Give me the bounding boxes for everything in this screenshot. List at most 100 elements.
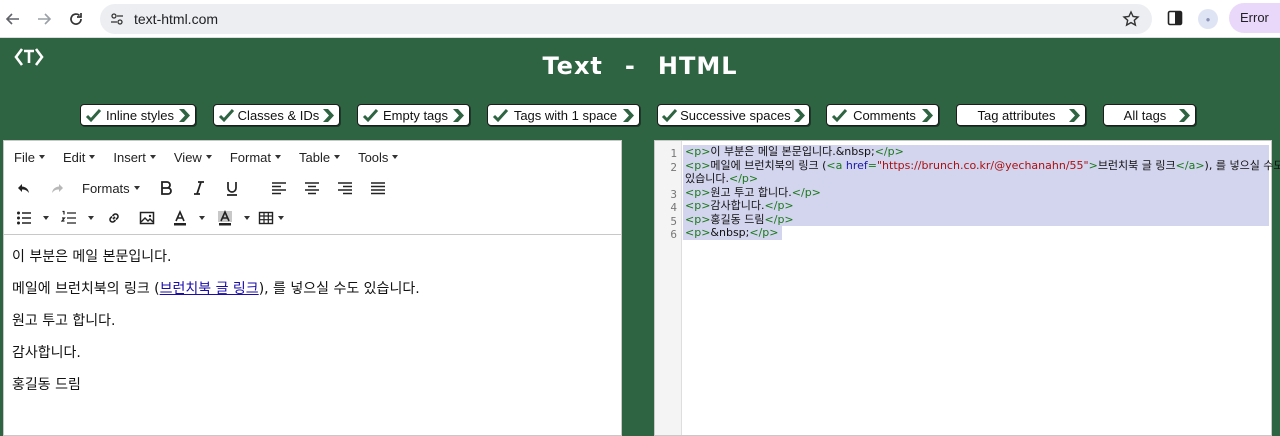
align-justify-button[interactable]: [366, 176, 390, 200]
code-text: 메일에 브런치북의 링크 (: [710, 158, 827, 172]
side-panel-icon[interactable]: [1167, 10, 1183, 26]
bookmark-star-icon[interactable]: [1122, 10, 1140, 28]
text-color-icon: [174, 210, 186, 226]
caret-down-icon: [278, 216, 284, 220]
forward-button[interactable]: [33, 8, 55, 30]
text-color-options[interactable]: [195, 206, 205, 230]
redo-button[interactable]: [45, 176, 69, 200]
background-color-button[interactable]: [213, 206, 237, 230]
insert-table-button[interactable]: [258, 206, 284, 230]
menu-label: Insert: [113, 149, 146, 165]
menu-view[interactable]: View: [174, 150, 212, 165]
menu-file[interactable]: File: [14, 150, 45, 165]
reload-button[interactable]: [65, 8, 87, 30]
code-line-4: <p>감사합니다.</p>: [683, 199, 1269, 213]
caret-down-icon: [392, 155, 399, 159]
code-text: ), 를 넣으실 수도: [1204, 158, 1280, 172]
content-paragraph[interactable]: 이 부분은 메일 본문입니다.: [12, 249, 420, 281]
bold-button[interactable]: [154, 176, 178, 200]
content-paragraph[interactable]: 홍길동 드림: [12, 377, 420, 409]
brunch-book-link[interactable]: 브런치북 글 링크: [160, 281, 259, 297]
option-label: Tag attributes: [977, 107, 1056, 123]
wysiwyg-editor: File Edit Insert View Format Table Tools…: [3, 140, 622, 436]
title-separator: -: [624, 52, 636, 80]
option-classes-ids[interactable]: Classes & IDs: [213, 104, 340, 126]
menu-edit[interactable]: Edit: [63, 150, 96, 165]
content-paragraph[interactable]: 원고 투고 합니다.: [12, 313, 420, 345]
redo-icon: [52, 184, 63, 193]
chevron-right-icon: [921, 107, 935, 123]
editor-menubar: File Edit Insert View Format Table Tools: [4, 141, 621, 173]
chevron-right-icon: [322, 107, 336, 123]
page-title: Text - HTML: [0, 52, 1280, 80]
bullet-list-options[interactable]: [39, 206, 49, 230]
option-tags-with-1-space[interactable]: Tags with 1 space: [487, 104, 640, 126]
bullet-list-button[interactable]: [12, 206, 36, 230]
formats-dropdown[interactable]: Formats: [82, 176, 140, 200]
paragraph-text: ), 를 넣으실 수도 있습니다.: [258, 281, 420, 297]
code-line-3: <p>원고 투고 합니다.</p>: [683, 185, 1269, 199]
caret-down-icon: [334, 155, 341, 159]
menu-tools[interactable]: Tools: [358, 149, 399, 165]
option-label: Comments: [853, 107, 916, 123]
back-button[interactable]: [2, 8, 24, 30]
numbered-list-button[interactable]: [57, 206, 81, 230]
content-paragraph[interactable]: 감사합니다.: [12, 345, 420, 377]
align-justify-icon: [370, 182, 385, 195]
link-icon: [109, 213, 119, 223]
align-center-button[interactable]: [300, 176, 324, 200]
profile-avatar[interactable]: ●: [1198, 9, 1218, 29]
editor-content[interactable]: 이 부분은 메일 본문입니다. 메일에 브런치북의 링크 (브런치북 글 링크)…: [12, 249, 420, 409]
insert-link-button[interactable]: [102, 206, 126, 230]
line-number: 4: [670, 201, 677, 214]
avatar-placeholder-icon: ●: [1205, 14, 1211, 24]
background-color-options[interactable]: [240, 206, 250, 230]
align-right-button[interactable]: [333, 176, 357, 200]
table-icon: [258, 211, 274, 225]
line-number: 1: [670, 147, 677, 160]
line-number-gutter: 1 2 3 4 5 6: [655, 141, 682, 435]
checkmark-icon: [84, 107, 102, 123]
italic-button[interactable]: [187, 176, 211, 200]
code-line-6: <p>&nbsp;</p>: [683, 226, 782, 240]
line-number: 6: [670, 228, 677, 241]
menu-label: View: [173, 149, 202, 165]
caret-down-icon: [38, 155, 45, 159]
checkmark-icon: [661, 107, 678, 123]
title-html: HTML: [657, 52, 738, 80]
code-lines[interactable]: <p>이 부분은 메일 본문입니다.&nbsp;</p> <p>메일에 브런치북…: [683, 145, 1280, 240]
chevron-right-icon: [178, 107, 192, 123]
site-settings-icon[interactable]: [110, 12, 124, 26]
option-label: Inline styles: [106, 107, 174, 123]
option-label: Empty tags: [382, 107, 449, 123]
option-empty-tags[interactable]: Empty tags: [357, 104, 470, 126]
menu-insert[interactable]: Insert: [113, 150, 156, 165]
numbered-list-options[interactable]: [84, 206, 94, 230]
option-inline-styles[interactable]: Inline styles: [80, 104, 196, 126]
address-bar[interactable]: text-html.com: [100, 4, 1152, 34]
code-text: 감사합니다.: [710, 199, 765, 212]
menu-label: Tools: [358, 149, 389, 165]
text-color-button[interactable]: [168, 206, 192, 230]
insert-image-button[interactable]: [135, 206, 159, 230]
menu-table[interactable]: Table: [299, 150, 341, 165]
code-text: &nbsp;: [710, 226, 750, 239]
code-text: 이 부분은 메일 본문입니다.&nbsp;: [710, 145, 875, 158]
option-successive-spaces[interactable]: Successive spaces: [657, 104, 810, 126]
option-label: Tags with 1 space: [513, 107, 618, 123]
toolbar-divider: [4, 234, 621, 235]
chevron-right-icon: [1178, 107, 1192, 123]
caret-down-icon: [149, 155, 156, 159]
html-code-editor[interactable]: 1 2 3 4 5 6 <p>이 부분은 메일 본문입니다.&nbsp;</p>…: [654, 140, 1280, 436]
option-tag-attributes[interactable]: Tag attributes: [956, 104, 1086, 126]
editor-toolbar-row-1: Formats: [4, 173, 621, 203]
menu-format[interactable]: Format: [230, 150, 281, 165]
option-all-tags[interactable]: All tags: [1103, 104, 1196, 126]
undo-button[interactable]: [12, 176, 36, 200]
align-left-button[interactable]: [267, 176, 291, 200]
code-line-2: <p>메일에 브런치북의 링크 (<a href="https://brunch…: [683, 158, 1280, 172]
content-paragraph-with-link[interactable]: 메일에 브런치북의 링크 (브런치북 글 링크), 를 넣으실 수도 있습니다.: [12, 281, 420, 313]
underline-button[interactable]: [220, 176, 244, 200]
error-indicator[interactable]: Error: [1229, 3, 1280, 33]
option-comments[interactable]: Comments: [826, 104, 939, 126]
